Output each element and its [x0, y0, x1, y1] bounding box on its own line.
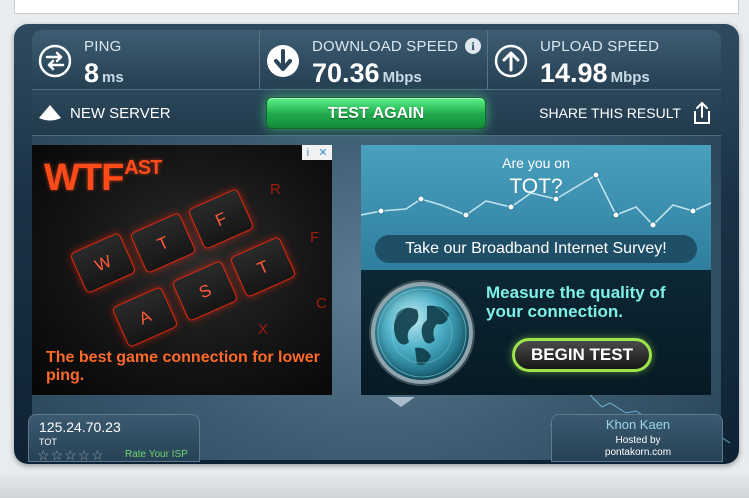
survey-panel: Are you on TOT? Take our Broadband Inter… — [361, 145, 711, 270]
wtfast-logo-suffix: AST — [124, 157, 162, 179]
upload-unit: Mbps — [610, 69, 650, 86]
isp-name: TOT — [39, 437, 57, 447]
survey-question-line2: TOT? — [509, 175, 563, 198]
ad-choices[interactable]: i ✕ — [302, 145, 332, 160]
test-again-label: TEST AGAIN — [327, 105, 425, 122]
wtfast-logo: WTFAST — [44, 157, 162, 200]
share-icon — [694, 101, 710, 124]
isp-info-panel: 125.24.70.23 TOT ☆☆☆☆☆ Rate Your ISP — [28, 414, 200, 464]
download-stat: DOWNLOAD SPEED 70.36 Mbps i — [260, 30, 488, 90]
ping-unit: ms — [102, 69, 124, 86]
ping-stat: PING 8 ms — [32, 30, 260, 90]
isp-rating-stars[interactable]: ☆☆☆☆☆ — [37, 447, 105, 464]
survey-question-line1: Are you on — [502, 155, 570, 171]
ip-address: 125.24.70.23 — [39, 419, 121, 435]
share-label: SHARE THIS RESULT — [539, 105, 681, 121]
faint-key-x: X — [258, 321, 269, 338]
download-label: DOWNLOAD SPEED — [312, 38, 459, 55]
top-strip — [14, 0, 739, 14]
new-server-label: NEW SERVER — [70, 104, 171, 122]
measure-text: Measure the quality of your connection. — [486, 283, 666, 321]
test-again-button[interactable]: TEST AGAIN — [266, 97, 486, 129]
download-number: 70.36 — [312, 58, 380, 88]
faint-key-r: R — [270, 181, 281, 198]
host-name[interactable]: pontakorn.com — [552, 447, 724, 458]
wtfast-tagline: The best game connection for lower ping. — [46, 349, 320, 384]
upload-value: 14.98 Mbps — [540, 58, 650, 89]
ping-icon — [38, 44, 72, 78]
key-w: W — [69, 231, 137, 295]
wtfast-ad[interactable]: WTFAST i ✕ W T F A S T R F C X The best … — [32, 145, 332, 395]
survey-button[interactable]: Take our Broadband Internet Survey! — [375, 235, 697, 263]
begin-test-button[interactable]: BEGIN TEST — [512, 338, 652, 372]
action-row: NEW SERVER TEST AGAIN SHARE THIS RESULT — [32, 90, 721, 136]
key-t: T — [129, 211, 197, 275]
server-icon — [39, 105, 61, 121]
globe-icon — [371, 282, 473, 384]
upload-arrow-icon — [494, 44, 528, 78]
ping-value: 8 ms — [84, 58, 124, 89]
ping-label: PING — [84, 38, 122, 55]
upload-number: 14.98 — [540, 58, 608, 88]
key-a: A — [111, 285, 179, 349]
pointer-arrow — [387, 397, 415, 407]
upload-stat: UPLOAD SPEED 14.98 Mbps — [488, 30, 721, 90]
faint-key-c: C — [316, 295, 327, 312]
key-s: S — [171, 259, 239, 323]
download-value: 70.36 Mbps — [312, 58, 422, 89]
upload-label: UPLOAD SPEED — [540, 38, 660, 55]
ad-close-icon[interactable]: ✕ — [318, 146, 327, 159]
download-arrow-icon — [267, 45, 299, 77]
rate-isp-link[interactable]: Rate Your ISP — [125, 449, 188, 460]
results-bar: PING 8 ms DOWNLOAD SPEED 70.36 Mbps i UPLO… — [32, 30, 721, 90]
ad-info-icon[interactable]: i — [307, 147, 309, 159]
wtfast-logo-main: WTF — [44, 157, 124, 199]
share-result-button[interactable]: SHARE THIS RESULT — [539, 98, 713, 128]
new-server-button[interactable]: NEW SERVER — [38, 98, 171, 128]
page-footer-band — [0, 474, 749, 498]
key-t2: T — [229, 235, 297, 299]
server-city: Khon Kaen — [605, 417, 671, 432]
download-unit: Mbps — [382, 69, 422, 86]
measure-panel: Measure the quality of your connection. … — [361, 270, 711, 395]
faint-key-f: F — [310, 229, 320, 246]
ping-number: 8 — [84, 58, 100, 88]
hosted-by-label: Hosted by — [615, 435, 661, 446]
tot-survey-ad[interactable]: Are you on TOT? Take our Broadband Inter… — [361, 145, 711, 395]
server-info-panel: Khon Kaen Hosted by pontakorn.com — [551, 414, 723, 462]
info-icon[interactable]: i — [465, 38, 481, 54]
key-f: F — [187, 187, 255, 251]
